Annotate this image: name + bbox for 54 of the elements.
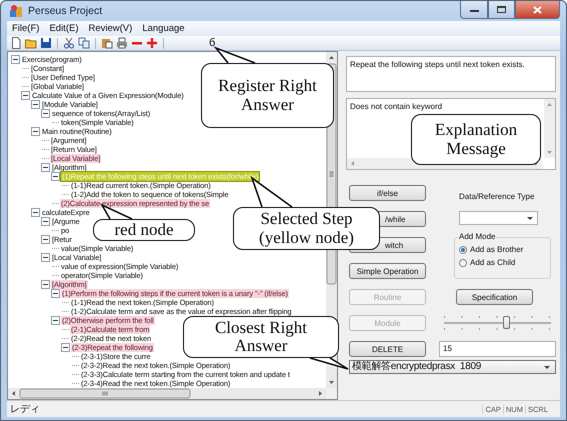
maximize-button[interactable]	[488, 1, 515, 19]
maximize-icon[interactable]	[497, 6, 506, 13]
window-title: Perseus Project	[28, 5, 102, 17]
clipboard-icon[interactable]	[101, 37, 113, 49]
collapse-icon[interactable]	[51, 172, 60, 181]
collapse-icon[interactable]	[41, 253, 50, 262]
collapse-icon[interactable]	[11, 55, 20, 64]
toolbar-symbol[interactable]: б	[209, 37, 216, 49]
dropdown-value: 模範解答encryptedprasx 1809	[352, 361, 481, 373]
number-field[interactable]: 15	[439, 341, 556, 357]
scissors-icon[interactable]	[63, 37, 75, 49]
answer-dropdown[interactable]: 模範解答encryptedprasx 1809	[349, 360, 556, 374]
collapse-icon[interactable]	[41, 217, 50, 226]
collapse-icon[interactable]	[51, 289, 60, 298]
collapse-icon[interactable]	[41, 109, 50, 118]
collapse-icon[interactable]	[31, 208, 40, 217]
close-icon[interactable]	[533, 6, 542, 14]
vertical-scrollbar[interactable]	[544, 99, 555, 158]
specification-button[interactable]: Specification	[456, 289, 533, 305]
step-button[interactable]: if/else	[349, 185, 426, 201]
message-text: Does not contain keyword	[349, 101, 444, 113]
collapse-icon[interactable]	[21, 91, 30, 100]
callout-tooltip: Explanation Message	[411, 114, 541, 165]
printer-icon[interactable]	[116, 37, 128, 49]
menu-item[interactable]: Language	[137, 23, 190, 34]
collapse-icon[interactable]	[61, 343, 70, 352]
field-label: Data/Reference Type	[458, 192, 536, 201]
documents-icon[interactable]	[78, 37, 90, 49]
menu-item[interactable]: Edit(E)	[44, 23, 84, 34]
menu-item[interactable]: File(F)	[7, 23, 44, 34]
radio-label[interactable]: Add as Brother	[470, 245, 524, 254]
collapse-icon[interactable]	[51, 316, 60, 325]
radio-button[interactable]	[459, 246, 467, 254]
minimize-button[interactable]	[460, 1, 488, 19]
collapse-icon[interactable]	[31, 100, 40, 109]
collapse-icon[interactable]	[41, 235, 50, 244]
collapse-icon[interactable]	[41, 280, 50, 289]
collapse-icon[interactable]	[31, 127, 40, 136]
slider-thumb[interactable]	[502, 316, 510, 329]
app-icon	[9, 4, 23, 18]
radio-label[interactable]: Add as Child	[470, 258, 516, 267]
horizontal-scrollbar[interactable]	[8, 388, 326, 399]
step-button[interactable]: Simple Operation	[349, 263, 426, 279]
step-button[interactable]: DELETE	[349, 341, 426, 357]
caret-icon[interactable]	[543, 364, 551, 370]
plus-icon[interactable]	[146, 37, 158, 49]
group-label: Add Mode	[458, 232, 496, 241]
collapse-icon[interactable]	[41, 163, 50, 172]
statement-field[interactable]: Repeat the following steps until next token exists.	[346, 56, 556, 92]
caret-icon[interactable]	[526, 216, 534, 220]
menu-item[interactable]: Review(V)	[84, 23, 138, 34]
close-button[interactable]	[515, 1, 560, 19]
status-text: レディ	[9, 403, 41, 416]
radio-button[interactable]	[459, 258, 467, 266]
